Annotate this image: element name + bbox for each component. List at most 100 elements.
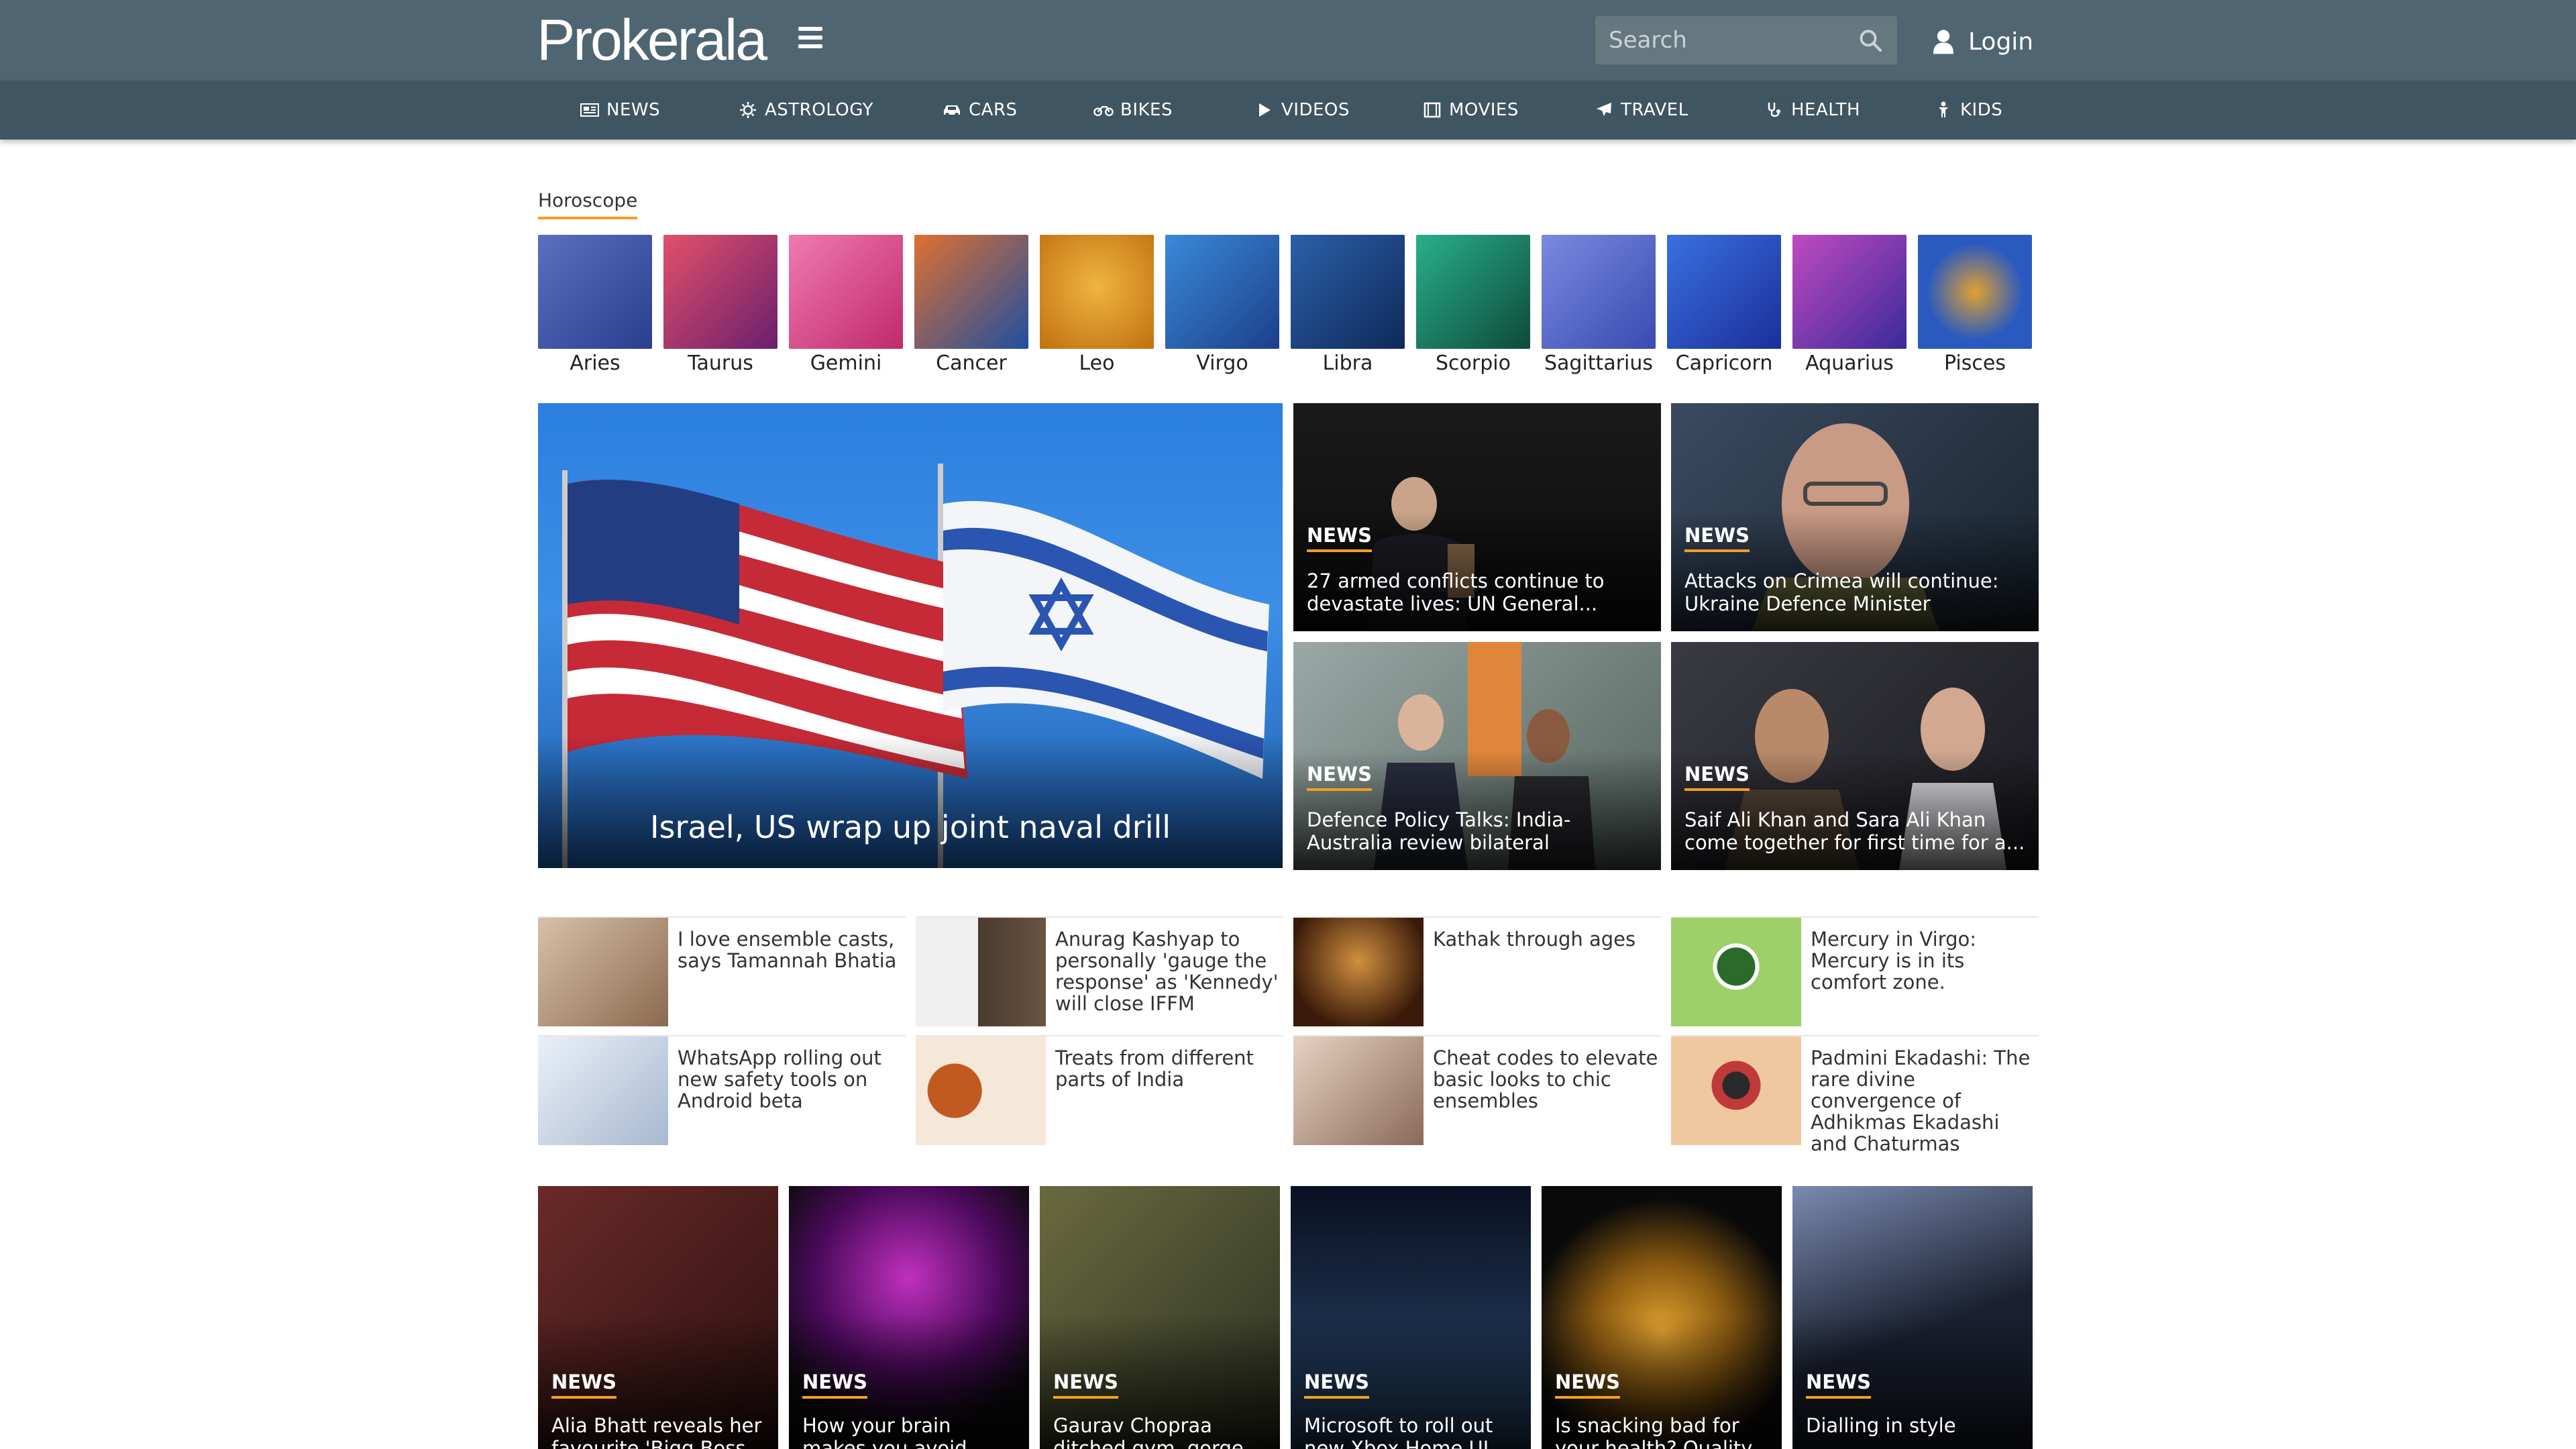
list-item[interactable]: Kathak through ages (1293, 916, 1661, 1027)
bottom-card[interactable]: NEWS Gaurav Chopraa ditched gym, gorge..… (1040, 1186, 1280, 1449)
list-item[interactable]: Anurag Kashyap to personally 'gauge the … (916, 916, 1283, 1027)
tile-title[interactable]: 27 armed conflicts continue to devastate… (1307, 570, 1648, 615)
featured-title[interactable]: Israel, US wrap up joint naval drill (538, 809, 1283, 845)
horoscope-scorpio[interactable]: Scorpio (1416, 235, 1530, 375)
nav-news[interactable]: NEWS (580, 80, 660, 140)
news-badge: NEWS (1684, 763, 1750, 791)
card-title[interactable]: Dialling in style (1806, 1414, 2022, 1437)
card-title[interactable]: Alia Bhatt reveals her favourite 'Bigg B… (551, 1414, 767, 1449)
item-title[interactable]: Anurag Kashyap to personally 'gauge the … (1055, 928, 1283, 1014)
site-logo[interactable]: Prokerala (537, 8, 767, 72)
item-title[interactable]: Cheat codes to elevate basic looks to ch… (1433, 1047, 1661, 1112)
tile-title[interactable]: Defence Policy Talks: India-Australia re… (1307, 808, 1648, 854)
horoscope-sagittarius[interactable]: Sagittarius (1542, 235, 1656, 375)
nav-label: ASTROLOGY (765, 100, 873, 120)
sign-label: Libra (1322, 352, 1373, 375)
bottom-card[interactable]: NEWS Dialling in style (1792, 1186, 2033, 1449)
card-title[interactable]: How your brain makes you avoid foods tha… (802, 1414, 1018, 1449)
logo-text: Prokerala (537, 8, 767, 72)
news-tile[interactable]: NEWS Saif Ali Khan and Sara Ali Khan com… (1671, 642, 2039, 870)
item-thumbnail (1293, 918, 1424, 1026)
bottom-card[interactable]: NEWS Is snacking bad for your health? Qu… (1542, 1186, 1782, 1449)
item-title[interactable]: WhatsApp rolling out new safety tools on… (678, 1047, 906, 1112)
nav-astrology[interactable]: ASTROLOGY (738, 80, 873, 140)
card-title[interactable]: Microsoft to roll out new Xbox Home UI..… (1304, 1414, 1520, 1449)
nav-label: BIKES (1120, 100, 1173, 120)
news-badge: NEWS (1806, 1371, 1871, 1399)
stethoscope-icon (1764, 100, 1784, 120)
nav-travel[interactable]: TRAVEL (1594, 80, 1688, 140)
horoscope-virgo[interactable]: Virgo (1165, 235, 1279, 375)
plane-icon (1594, 100, 1614, 120)
sign-label: Gemini (810, 352, 882, 375)
horoscope-libra[interactable]: Libra (1291, 235, 1405, 375)
news-badge: NEWS (1307, 763, 1372, 791)
horoscope-row: Aries Taurus Gemini Cancer Leo Virgo Lib… (538, 235, 2034, 382)
featured-caption-shade (538, 734, 1283, 868)
item-thumbnail (538, 1036, 668, 1145)
search-icon[interactable] (1858, 28, 1882, 52)
card-title[interactable]: Gaurav Chopraa ditched gym, gorge... (1053, 1414, 1269, 1449)
featured-story[interactable]: Israel, US wrap up joint naval drill (538, 403, 1283, 868)
item-title[interactable]: Padmini Ekadashi: The rare divine conver… (1811, 1047, 2039, 1155)
nav-videos[interactable]: VIDEOS (1254, 80, 1350, 140)
horoscope-capricorn[interactable]: Capricorn (1667, 235, 1781, 375)
horoscope-taurus[interactable]: Taurus (663, 235, 777, 375)
bottom-card[interactable]: NEWS Alia Bhatt reveals her favourite 'B… (538, 1186, 778, 1449)
sun-icon (738, 100, 758, 120)
gemini-image (789, 235, 903, 349)
news-tile[interactable]: NEWS 27 armed conflicts continue to deva… (1293, 403, 1661, 631)
news-badge: NEWS (1053, 1371, 1118, 1399)
news-badge: NEWS (1307, 524, 1372, 552)
bottom-card[interactable]: NEWS How your brain makes you avoid food… (789, 1186, 1029, 1449)
scorpio-image (1416, 235, 1530, 349)
card-title[interactable]: Is snacking bad for your health? Quality… (1555, 1414, 1771, 1449)
nav-bikes[interactable]: BIKES (1093, 80, 1173, 140)
bottom-card[interactable]: NEWS Microsoft to roll out new Xbox Home… (1291, 1186, 1531, 1449)
nav-cars[interactable]: CARS (942, 80, 1018, 140)
list-item[interactable]: Cheat codes to elevate basic looks to ch… (1293, 1035, 1661, 1146)
play-icon (1254, 100, 1275, 120)
horoscope-cancer[interactable]: Cancer (914, 235, 1028, 375)
list-item[interactable]: Treats from different parts of India (916, 1035, 1283, 1146)
list-item[interactable]: Mercury in Virgo: Mercury is in its comf… (1671, 916, 2039, 1027)
top-header: Prokerala Login (0, 0, 2576, 80)
horoscope-aquarius[interactable]: Aquarius (1792, 235, 1907, 375)
news-tile[interactable]: NEWS Defence Policy Talks: India-Austral… (1293, 642, 1661, 870)
item-title[interactable]: I love ensemble casts, says Tamannah Bha… (678, 928, 906, 971)
list-item[interactable]: Padmini Ekadashi: The rare divine conver… (1671, 1035, 2039, 1155)
news-tile[interactable]: NEWS Attacks on Crimea will continue: Uk… (1671, 403, 2039, 631)
list-item[interactable]: WhatsApp rolling out new safety tools on… (538, 1035, 906, 1146)
sign-label: Taurus (688, 352, 753, 375)
item-thumbnail (1671, 1036, 1801, 1145)
login-button[interactable]: Login (1932, 23, 2033, 60)
nav-label: TRAVEL (1621, 100, 1688, 120)
sign-label: Capricorn (1675, 352, 1773, 375)
film-icon (1422, 100, 1442, 120)
horoscope-gemini[interactable]: Gemini (789, 235, 903, 375)
item-thumbnail (1671, 918, 1801, 1026)
user-icon (1933, 30, 1953, 54)
horoscope-aries[interactable]: Aries (538, 235, 652, 375)
nav-health[interactable]: HEALTH (1764, 80, 1860, 140)
nav-movies[interactable]: MOVIES (1422, 80, 1519, 140)
horoscope-leo[interactable]: Leo (1040, 235, 1154, 375)
horoscope-heading[interactable]: Horoscope (538, 189, 638, 219)
motorbike-icon (1093, 100, 1114, 120)
item-title[interactable]: Kathak through ages (1433, 928, 1661, 950)
item-title[interactable]: Treats from different parts of India (1055, 1047, 1283, 1090)
pisces-image (1918, 235, 2032, 349)
nav-label: KIDS (1960, 100, 2003, 120)
horoscope-pisces[interactable]: Pisces (1918, 235, 2032, 375)
cancer-image (914, 235, 1028, 349)
menu-icon[interactable] (798, 27, 822, 51)
tile-title[interactable]: Attacks on Crimea will continue: Ukraine… (1684, 570, 2025, 615)
search-input[interactable] (1609, 16, 1850, 64)
list-item[interactable]: I love ensemble casts, says Tamannah Bha… (538, 916, 906, 1027)
item-title[interactable]: Mercury in Virgo: Mercury is in its comf… (1811, 928, 2039, 993)
sign-label: Leo (1079, 352, 1115, 375)
news-badge: NEWS (1555, 1371, 1620, 1399)
nav-kids[interactable]: KIDS (1933, 80, 2002, 140)
nav-label: NEWS (606, 100, 661, 120)
tile-title[interactable]: Saif Ali Khan and Sara Ali Khan come tog… (1684, 808, 2025, 854)
